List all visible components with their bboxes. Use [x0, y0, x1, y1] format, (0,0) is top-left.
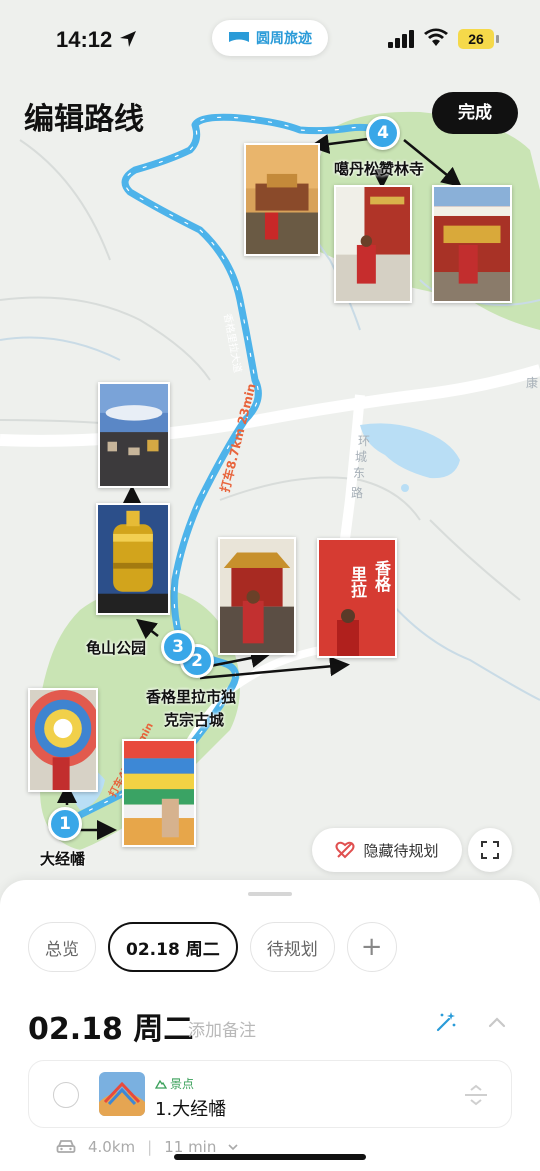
- page-title: 编辑路线: [24, 102, 144, 137]
- road-label-ring-east-2: 城: [355, 450, 368, 464]
- photo-dukezong-temple[interactable]: [218, 537, 296, 655]
- road-label-right: 康: [526, 376, 539, 390]
- route-marker-1[interactable]: 1: [48, 807, 82, 841]
- poi-card[interactable]: 景点 1.大经幡: [28, 1060, 512, 1128]
- magic-wand-icon[interactable]: [434, 1010, 458, 1034]
- day-tabs: 总览 02.18 周二 待规划 +: [28, 922, 397, 972]
- place-label-4: 噶丹松赞林寺: [334, 160, 425, 178]
- photo-songzanlin-3[interactable]: [432, 185, 512, 303]
- battery-level: 26: [458, 29, 494, 49]
- chevron-up-icon[interactable]: [486, 1012, 508, 1034]
- poi-name: 1.大经幡: [155, 1099, 227, 1120]
- tab-unplanned[interactable]: 待规划: [249, 922, 335, 972]
- poi-thumbnail: [99, 1072, 145, 1116]
- hide-unplanned-label: 隐藏待规划: [363, 841, 439, 860]
- day-title: 02.18 周二: [28, 1012, 194, 1047]
- sheet-grabber[interactable]: [248, 892, 292, 896]
- battery-tip: [496, 35, 499, 43]
- wifi-icon: [424, 28, 448, 46]
- status-bar: 14:12 圆周旅迹 26: [0, 0, 540, 80]
- place-label-2-line2: 克宗古城: [164, 711, 225, 729]
- photo-songzanlin-1[interactable]: [244, 143, 320, 256]
- photo-prayer-flags-1[interactable]: [28, 688, 98, 792]
- car-icon: [56, 1140, 76, 1153]
- road-label-ring-east-1: 环: [358, 434, 371, 448]
- poi-select-radio[interactable]: [53, 1082, 79, 1108]
- road-label-ring-east-3: 东: [353, 466, 366, 480]
- heart-crossed-icon: [335, 841, 355, 859]
- route-marker-4[interactable]: 4: [366, 116, 400, 150]
- place-label-2-line1: 香格里拉市独: [146, 688, 237, 706]
- photo-shangri-la-sign[interactable]: 香格 里拉: [317, 538, 397, 658]
- photo-dukezong-skyline[interactable]: [98, 382, 170, 488]
- route-map[interactable]: 编辑路线 完成 环 城 东 路 康 香格里拉大道 打车8.7km 23min 打…: [0, 0, 540, 900]
- tab-overview[interactable]: 总览: [28, 922, 96, 972]
- add-day-button[interactable]: +: [346, 922, 397, 972]
- add-note-button[interactable]: 添加备注: [188, 1016, 256, 1041]
- lake: [360, 423, 460, 479]
- place-label-3: 龟山公园: [86, 639, 147, 657]
- photo-prayer-flags-2[interactable]: [122, 739, 196, 847]
- app-name: 圆周旅迹: [256, 31, 312, 47]
- drag-handle-icon[interactable]: [463, 1083, 489, 1107]
- poi-category: 景点: [155, 1075, 194, 1092]
- location-arrow-icon: [120, 31, 136, 47]
- place-label-1: 大经幡: [40, 850, 86, 868]
- home-indicator[interactable]: [174, 1154, 366, 1160]
- travel-divider: |: [147, 1138, 153, 1156]
- status-time: 14:12: [56, 27, 113, 52]
- photo-songzanlin-2[interactable]: [334, 185, 412, 303]
- mountain-icon: [155, 1079, 167, 1089]
- road-label-ring-east-4: 路: [351, 486, 364, 500]
- chevron-down-icon: [228, 1144, 238, 1151]
- done-button[interactable]: 完成: [432, 92, 518, 134]
- route-marker-3[interactable]: 3: [161, 630, 195, 664]
- cell-signal-icon: [388, 30, 414, 48]
- poi-category-label: 景点: [170, 1077, 195, 1091]
- fullscreen-icon: [481, 841, 499, 859]
- hide-unplanned-button[interactable]: 隐藏待规划: [312, 828, 462, 872]
- bottom-sheet[interactable]: 总览 02.18 周二 待规划 + 02.18 周二 添加备注 景点 1.大经幡…: [0, 880, 540, 1171]
- fullscreen-button[interactable]: [468, 828, 512, 872]
- tab-day-0218[interactable]: 02.18 周二: [108, 922, 238, 972]
- travel-distance: 4.0km: [88, 1138, 136, 1156]
- app-logo-icon: [229, 32, 249, 42]
- app-switch-pill[interactable]: 圆周旅迹: [212, 20, 328, 56]
- photo-prayer-wheel[interactable]: [96, 503, 170, 615]
